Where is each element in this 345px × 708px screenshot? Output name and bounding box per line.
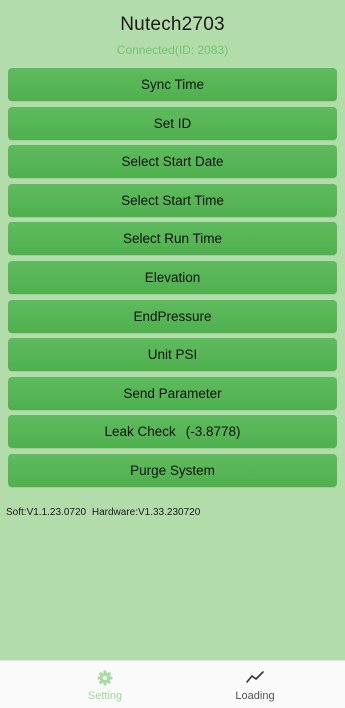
bottom-tab-bar: Setting Loading bbox=[0, 660, 345, 708]
unit-psi-button[interactable]: Unit PSI bbox=[8, 338, 337, 372]
device-title: Nutech2703 bbox=[120, 14, 225, 35]
button-label: Purge System bbox=[130, 462, 215, 478]
gear-icon bbox=[97, 670, 113, 686]
button-label: Leak Check bbox=[104, 424, 176, 440]
button-label: Set ID bbox=[153, 115, 192, 131]
send-parameter-button[interactable]: Send Parameter bbox=[8, 376, 337, 410]
hardware-version: Hardware:V1.33.230720 bbox=[91, 507, 201, 518]
tab-loading-label: Loading bbox=[235, 690, 275, 702]
button-label: Select Start Time bbox=[121, 192, 224, 208]
leak-check-value: (-3.8778) bbox=[185, 424, 241, 440]
select-start-date-button[interactable]: Select Start Date bbox=[8, 145, 337, 179]
button-label: Elevation bbox=[144, 269, 201, 285]
elevation-button[interactable]: Elevation bbox=[8, 260, 337, 294]
tab-setting-label: Setting bbox=[87, 690, 123, 702]
sync-time-button[interactable]: Sync Time bbox=[8, 68, 337, 101]
tab-setting[interactable]: Setting bbox=[50, 661, 160, 708]
connection-status: Connected(ID: 2083) bbox=[116, 43, 229, 57]
app-screen: Nutech2703 Connected(ID: 2083) Sync Time… bbox=[0, 0, 345, 708]
command-button-list: Sync Time Set ID Select Start Date Selec… bbox=[8, 68, 337, 493]
button-label: Sync Time bbox=[140, 77, 205, 92]
button-label: Select Start Date bbox=[121, 154, 224, 170]
select-start-time-button[interactable]: Select Start Time bbox=[8, 183, 337, 217]
leak-check-button[interactable]: Leak Check (-3.8778) bbox=[8, 415, 337, 449]
button-label: Send Parameter bbox=[123, 385, 222, 401]
version-info: Soft:V1.1.23.0720 Hardware:V1.33.230720 bbox=[6, 507, 200, 518]
button-label: Unit PSI bbox=[147, 347, 198, 363]
soft-version: Soft:V1.1.23.0720 bbox=[6, 507, 87, 518]
trend-line-icon bbox=[246, 671, 264, 683]
tab-loading[interactable]: Loading bbox=[200, 661, 310, 708]
purge-system-button[interactable]: Purge System bbox=[8, 453, 337, 487]
button-label: Select Run Time bbox=[122, 231, 223, 247]
set-id-button[interactable]: Set ID bbox=[8, 106, 337, 140]
button-label: EndPressure bbox=[133, 308, 212, 324]
header: Nutech2703 Connected(ID: 2083) bbox=[0, 0, 345, 66]
select-run-time-button[interactable]: Select Run Time bbox=[8, 222, 337, 256]
end-pressure-button[interactable]: EndPressure bbox=[8, 299, 337, 333]
